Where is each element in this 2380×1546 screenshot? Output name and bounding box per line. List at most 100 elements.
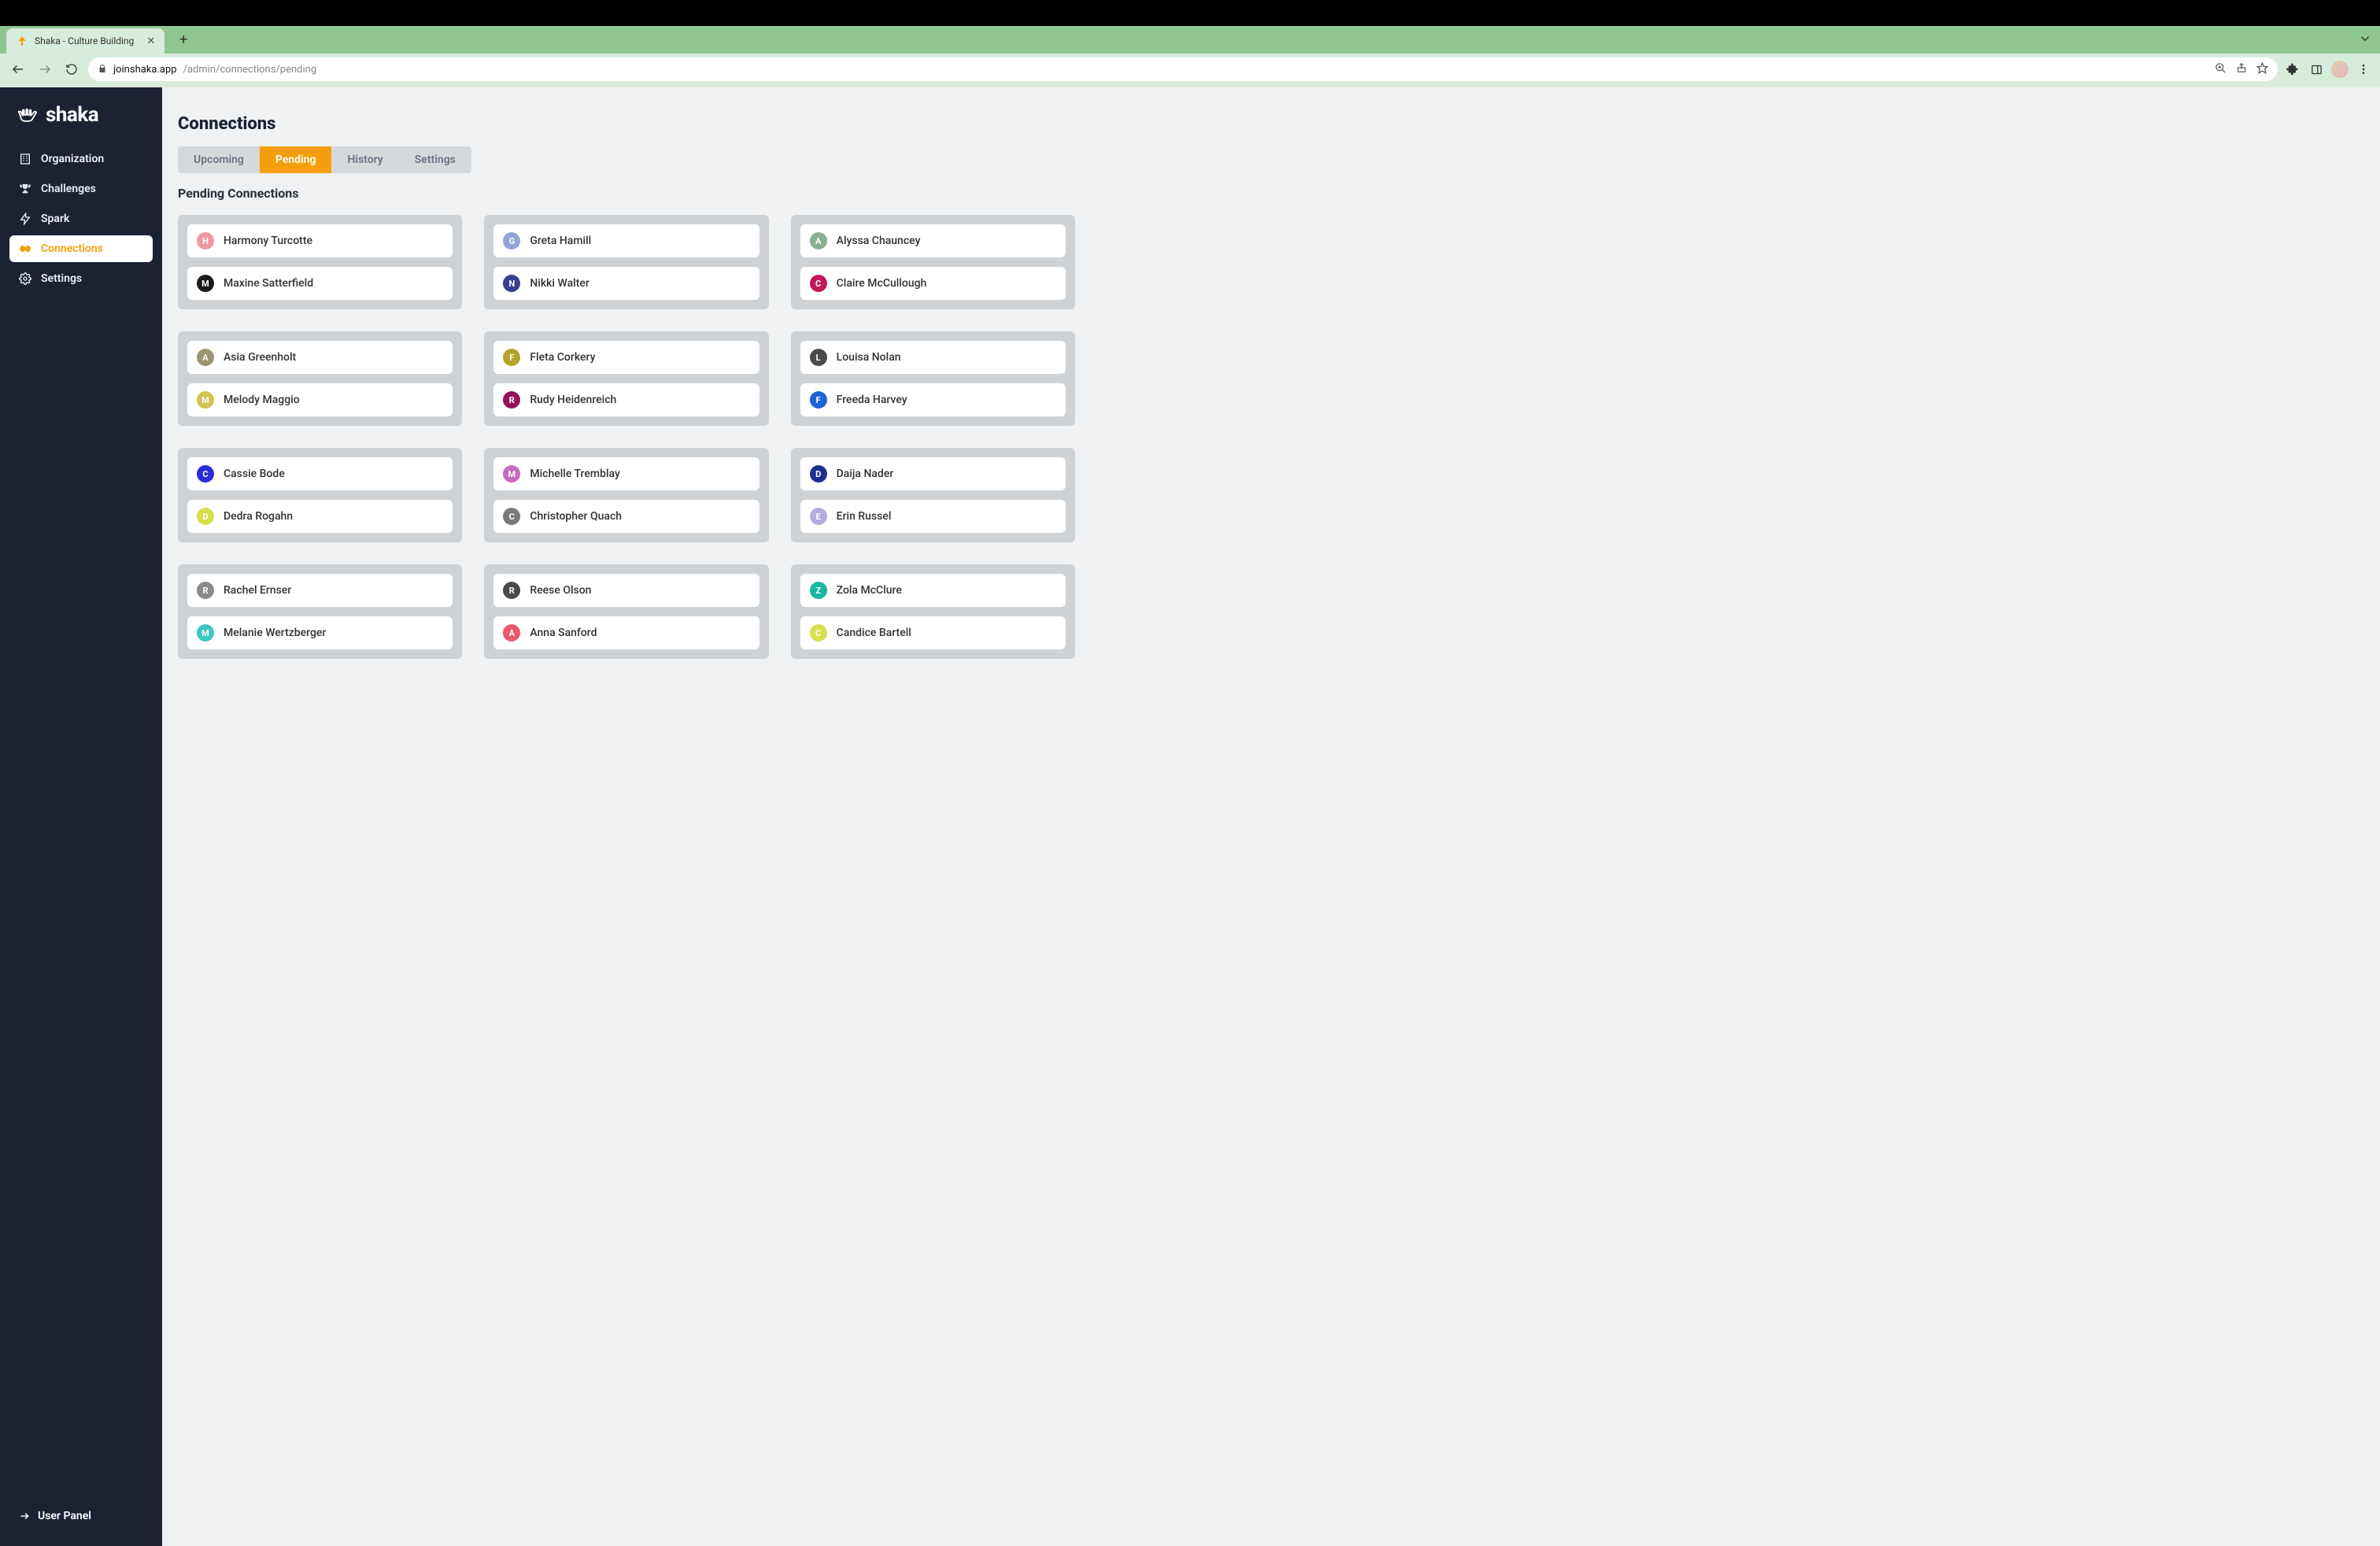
sidebar-item-connections[interactable]: Connections (9, 235, 153, 262)
lock-icon (98, 64, 107, 76)
user-panel-label: User Panel (38, 1510, 91, 1522)
tabs-overflow-button[interactable] (2358, 31, 2372, 49)
person-row[interactable]: C Candice Bartell (800, 616, 1066, 649)
person-name: Candice Bartell (837, 627, 911, 639)
person-row[interactable]: MMelody Maggio (187, 383, 453, 416)
person-name: Nikki Walter (530, 277, 589, 290)
person-row[interactable]: MMichelle Tremblay (493, 457, 759, 490)
tab-settings[interactable]: Settings (399, 146, 471, 173)
connections-grid: H Harmony Turcotte M Maxine Satterfield G Gre… (178, 215, 1075, 659)
logo-text: shaka (46, 103, 98, 127)
person-name: Maxine Satterfield (224, 277, 313, 290)
sidebar-item-label: Settings (41, 272, 82, 285)
avatar: C (810, 275, 827, 292)
share-icon[interactable] (2236, 62, 2247, 76)
person-name: Claire McCullough (837, 277, 927, 290)
person-row[interactable]: AAnna Sanford (493, 616, 759, 649)
avatar: R (197, 582, 214, 599)
browser-back-button[interactable] (8, 59, 28, 80)
connection-pair: RRachel Ernser MMelanie Wertzberger (178, 564, 462, 659)
avatar: D (197, 508, 214, 525)
connection-pair: LLouisa Nolan F Freeda Harvey (791, 331, 1075, 426)
person-name: Greta Hamill (530, 235, 591, 247)
browser-reload-button[interactable] (61, 59, 82, 80)
tab-upcoming[interactable]: Upcoming (178, 146, 260, 173)
new-tab-button[interactable]: + (172, 29, 194, 51)
person-row[interactable]: G Greta Hamill (493, 224, 759, 257)
zoom-icon[interactable] (2215, 62, 2227, 77)
connection-pair: C Cassie Bode D Dedra Rogahn (178, 448, 462, 542)
sidebar-item-challenges[interactable]: Challenges (9, 176, 153, 202)
browser-tab[interactable]: Shaka - Culture Building ✕ (6, 28, 164, 54)
sidebar-item-settings[interactable]: Settings (9, 265, 153, 292)
avatar: R (503, 391, 520, 409)
url-path: /admin/connections/pending (183, 64, 317, 76)
avatar: C (197, 465, 214, 483)
sidepanel-icon[interactable] (2308, 61, 2325, 78)
bolt-icon (19, 213, 31, 225)
person-row[interactable]: RRudy Heidenreich (493, 383, 759, 416)
sub-tabs: UpcomingPendingHistorySettings (178, 146, 471, 173)
logo[interactable]: shaka (9, 103, 153, 146)
avatar: Z (810, 582, 827, 599)
avatar: C (810, 624, 827, 642)
extensions-icon[interactable] (2284, 61, 2301, 78)
main-content: Connections UpcomingPendingHistorySettin… (162, 87, 2380, 1546)
building-icon (19, 153, 31, 165)
person-row[interactable]: CChristopher Quach (493, 500, 759, 533)
person-name: Christopher Quach (530, 510, 622, 523)
person-row[interactable]: ZZola McClure (800, 574, 1066, 607)
person-row[interactable]: AAsia Greenholt (187, 341, 453, 374)
connection-pair: G Greta Hamill N Nikki Walter (484, 215, 768, 309)
connection-pair: RReese Olson AAnna Sanford (484, 564, 768, 659)
connection-pair: DDaija Nader EErin Russel (791, 448, 1075, 542)
star-icon[interactable] (2256, 62, 2268, 77)
user-panel-link[interactable]: User Panel (19, 1510, 143, 1522)
avatar: A (503, 624, 520, 642)
tab-pending[interactable]: Pending (260, 146, 332, 173)
person-row[interactable]: N Nikki Walter (493, 267, 759, 300)
avatar: N (503, 275, 520, 292)
kebab-menu-icon[interactable] (2355, 61, 2372, 78)
person-row[interactable]: LLouisa Nolan (800, 341, 1066, 374)
person-row[interactable]: RRachel Ernser (187, 574, 453, 607)
sidebar-item-label: Challenges (41, 183, 96, 195)
avatar: R (503, 582, 520, 599)
sidebar: shaka Organization Challenges Spark Connect… (0, 87, 162, 1546)
person-row[interactable]: F Freeda Harvey (800, 383, 1066, 416)
person-row[interactable]: C Cassie Bode (187, 457, 453, 490)
sidebar-item-organization[interactable]: Organization (9, 146, 153, 172)
url-domain: joinshaka.app (113, 64, 177, 76)
connection-pair: AAsia Greenholt MMelody Maggio (178, 331, 462, 426)
person-name: Harmony Turcotte (224, 235, 312, 247)
address-bar[interactable]: joinshaka.app/admin/connections/pending (88, 57, 2278, 81)
avatar: L (810, 349, 827, 366)
profile-avatar[interactable] (2331, 61, 2349, 78)
sidebar-item-label: Organization (41, 153, 104, 165)
person-name: Dedra Rogahn (224, 510, 293, 523)
person-row[interactable]: C Claire McCullough (800, 267, 1066, 300)
avatar: M (197, 275, 214, 292)
handshake-icon (19, 242, 31, 255)
person-name: Melanie Wertzberger (224, 627, 326, 639)
browser-forward-button[interactable] (35, 59, 55, 80)
person-name: Cassie Bode (224, 468, 285, 480)
sidebar-item-spark[interactable]: Spark (9, 205, 153, 232)
page-title: Connections (178, 114, 2364, 134)
person-row[interactable]: MMelanie Wertzberger (187, 616, 453, 649)
tab-close-button[interactable]: ✕ (146, 36, 155, 46)
person-row[interactable]: EErin Russel (800, 500, 1066, 533)
avatar: G (503, 232, 520, 250)
person-row[interactable]: M Maxine Satterfield (187, 267, 453, 300)
tab-history[interactable]: History (331, 146, 398, 173)
person-row[interactable]: RReese Olson (493, 574, 759, 607)
avatar: H (197, 232, 214, 250)
browser-tab-title: Shaka - Culture Building (35, 35, 134, 46)
avatar: F (810, 391, 827, 409)
person-row[interactable]: FFleta Corkery (493, 341, 759, 374)
person-row[interactable]: AAlyssa Chauncey (800, 224, 1066, 257)
person-name: Freeda Harvey (837, 394, 907, 406)
person-row[interactable]: H Harmony Turcotte (187, 224, 453, 257)
person-row[interactable]: DDaija Nader (800, 457, 1066, 490)
person-row[interactable]: D Dedra Rogahn (187, 500, 453, 533)
